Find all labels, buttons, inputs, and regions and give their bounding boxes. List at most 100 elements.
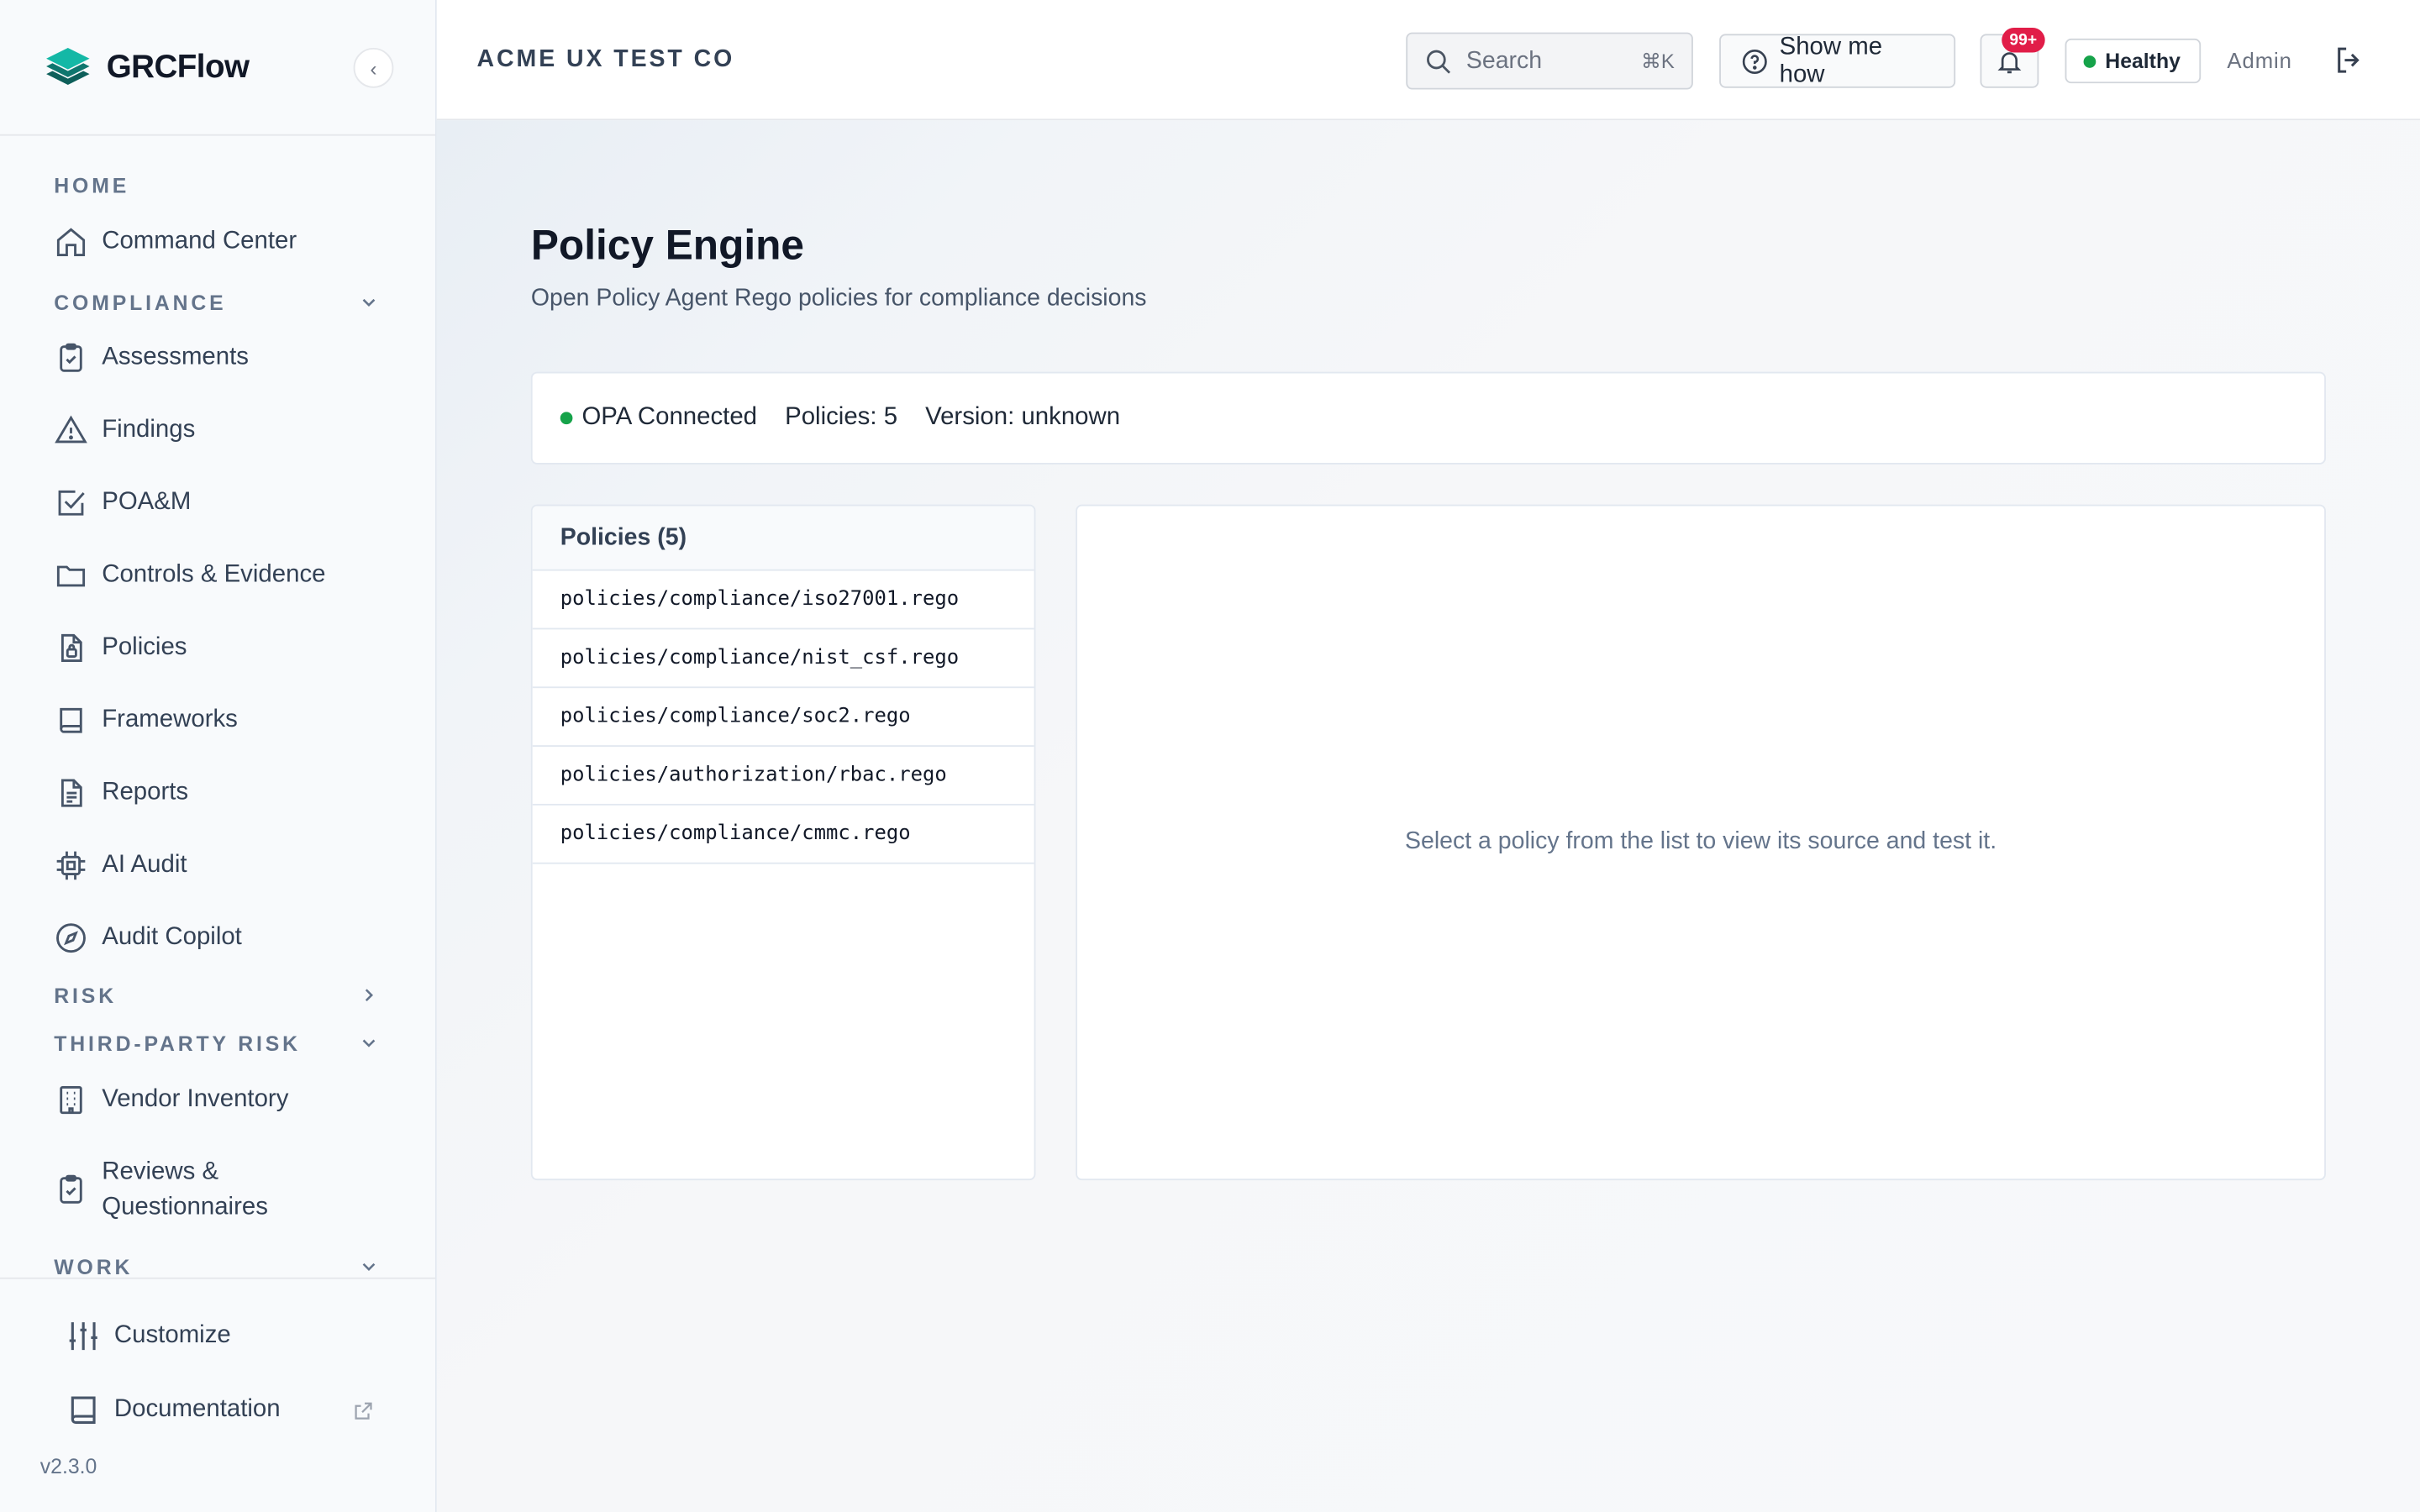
section-work[interactable]: WORK (54, 1252, 380, 1276)
policy-list-item[interactable]: policies/compliance/iso27001.rego (532, 571, 1034, 630)
chevron-down-icon (362, 1039, 376, 1047)
sidebar-item-findings[interactable]: Findings (54, 412, 389, 447)
section-third-party-risk[interactable]: THIRD-PARTY RISK (54, 1029, 380, 1057)
document-lock-icon (60, 633, 82, 662)
sidebar-item-label: Controls & Evidence (102, 561, 326, 588)
section-label: THIRD-PARTY RISK (54, 1031, 301, 1055)
sidebar: GRCFlow ‹ HOME Command Center COMPLIANCE… (0, 0, 437, 1512)
sidebar-item-label: Findings (102, 416, 196, 444)
documentation-label: Documentation (113, 1396, 281, 1423)
folder-icon (56, 564, 86, 586)
sidebar-nav: HOME Command Center COMPLIANCE Assessmen… (0, 137, 435, 1276)
sidebar-item-label: Command Center (102, 228, 297, 255)
main-content: Policy Engine Open Policy Agent Rego pol… (436, 120, 2420, 1512)
show-me-how-label: Show me how (1779, 33, 1883, 87)
sidebar-item-command-center[interactable]: Command Center (54, 223, 389, 259)
file-text-icon (60, 778, 82, 806)
sidebar-item-label: Assessments (102, 344, 249, 370)
policy-list-item[interactable]: policies/authorization/rbac.rego (532, 747, 1034, 806)
section-label: COMPLIANCE (54, 291, 227, 314)
sidebar-item-label-line1: Reviews & (102, 1158, 219, 1185)
sidebar-item-frameworks[interactable]: Frameworks (54, 702, 389, 738)
section-label: HOME (54, 173, 130, 197)
clipboard-check-icon (60, 1174, 82, 1204)
warning-triangle-icon (55, 414, 87, 443)
page-subtitle: Open Policy Agent Rego policies for comp… (530, 285, 1147, 312)
connection-label: OPA Connected (581, 404, 758, 431)
sidebar-item-label: Reviews & Questionnaires (102, 1154, 268, 1225)
documentation-link[interactable]: Documentation (65, 1392, 373, 1429)
collapse-sidebar-button[interactable]: ‹ (353, 47, 394, 88)
health-label: Healthy (2105, 49, 2181, 73)
app-version: v2.3.0 (39, 1455, 97, 1478)
customize-button[interactable]: Customize (65, 1318, 373, 1355)
sidebar-item-vendor-inventory[interactable]: Vendor Inventory (54, 1082, 389, 1117)
sidebar-item-label: Reports (102, 779, 189, 806)
customize-label: Customize (113, 1322, 231, 1349)
logout-icon[interactable] (2332, 43, 2365, 76)
status-dot (2083, 55, 2096, 67)
policy-list-item[interactable]: policies/compliance/cmmc.rego (532, 806, 1034, 864)
sidebar-item-ai-audit[interactable]: AI Audit (54, 847, 389, 882)
sidebar-item-policies[interactable]: Policies (54, 629, 389, 664)
sidebar-item-label: Policies (102, 633, 187, 661)
clipboard-check-icon (60, 342, 82, 371)
top-bar: ACME UX TEST CO Search ⌘K Show me how 99… (436, 0, 2420, 121)
section-risk[interactable]: RISK (54, 981, 380, 1009)
connection-status: OPA Connected (560, 404, 757, 432)
external-link-icon (355, 1401, 372, 1419)
checkbox-icon (58, 489, 85, 515)
sidebar-item-label: AI Audit (102, 851, 187, 879)
section-home: HOME (54, 171, 380, 199)
compass-icon (56, 922, 86, 953)
sliders-icon (69, 1322, 97, 1351)
chevron-down-icon (362, 1263, 376, 1271)
show-me-how-button[interactable]: Show me how (1719, 33, 1956, 88)
organization-name: ACME UX TEST CO (476, 46, 735, 73)
search-input[interactable]: Search ⌘K (1406, 32, 1693, 90)
sidebar-item-label: Vendor Inventory (102, 1086, 289, 1113)
notification-count-badge: 99+ (2002, 28, 2045, 53)
search-shortcut: ⌘K (1641, 48, 1675, 72)
search-icon (1427, 49, 1451, 73)
policy-list-panel: Policies (5) policies/compliance/iso2700… (530, 504, 1036, 1181)
user-name[interactable]: Admin (2227, 48, 2291, 72)
policy-list-header: Policies (5) (532, 506, 1034, 571)
sidebar-item-label-line2: Questionnaires (102, 1194, 268, 1221)
sidebar-item-reviews-questionnaires[interactable]: Reviews & Questionnaires (54, 1154, 389, 1225)
sidebar-item-reports[interactable]: Reports (54, 774, 389, 810)
notifications-button[interactable]: 99+ (1980, 28, 2045, 88)
brand-header: GRCFlow ‹ (0, 0, 435, 136)
opa-version: Version: unknown (925, 404, 1121, 431)
sidebar-footer: Customize Documentation v2.3.0 (0, 1277, 435, 1512)
chevron-down-icon (362, 298, 376, 307)
section-label: WORK (54, 1255, 134, 1276)
book-icon (60, 706, 82, 732)
sidebar-item-controls-evidence[interactable]: Controls & Evidence (54, 557, 389, 592)
cpu-chip-icon (56, 850, 86, 879)
building-icon (60, 1085, 82, 1114)
policy-list-item[interactable]: policies/compliance/nist_csf.rego (532, 629, 1034, 689)
section-compliance[interactable]: COMPLIANCE (54, 288, 380, 316)
sidebar-item-poam[interactable]: POA&M (54, 485, 389, 520)
policy-detail-panel: Select a policy from the list to view it… (1076, 504, 2326, 1181)
sidebar-item-label: Frameworks (102, 706, 238, 733)
sidebar-item-audit-copilot[interactable]: Audit Copilot (54, 920, 389, 955)
sidebar-item-assessments[interactable]: Assessments (54, 339, 389, 375)
sidebar-item-label: Audit Copilot (102, 924, 242, 951)
status-dot (560, 412, 573, 425)
home-icon (56, 227, 86, 256)
help-circle-icon (1742, 49, 1767, 74)
chevron-right-icon (365, 989, 374, 1002)
page-title: Policy Engine (530, 222, 805, 269)
health-status-badge[interactable]: Healthy (2065, 38, 2202, 84)
section-label: RISK (54, 983, 117, 1007)
policy-list-item[interactable]: policies/compliance/soc2.rego (532, 688, 1034, 747)
empty-state-message: Select a policy from the list to view it… (1405, 828, 1997, 855)
book-icon (71, 1396, 96, 1425)
opa-status-bar: OPA Connected Policies: 5 Version: unkno… (530, 371, 2326, 465)
sidebar-item-label: POA&M (102, 489, 192, 516)
app-name: GRCFlow (106, 48, 250, 85)
logo-icon (46, 47, 90, 85)
policy-count: Policies: 5 (785, 404, 898, 431)
